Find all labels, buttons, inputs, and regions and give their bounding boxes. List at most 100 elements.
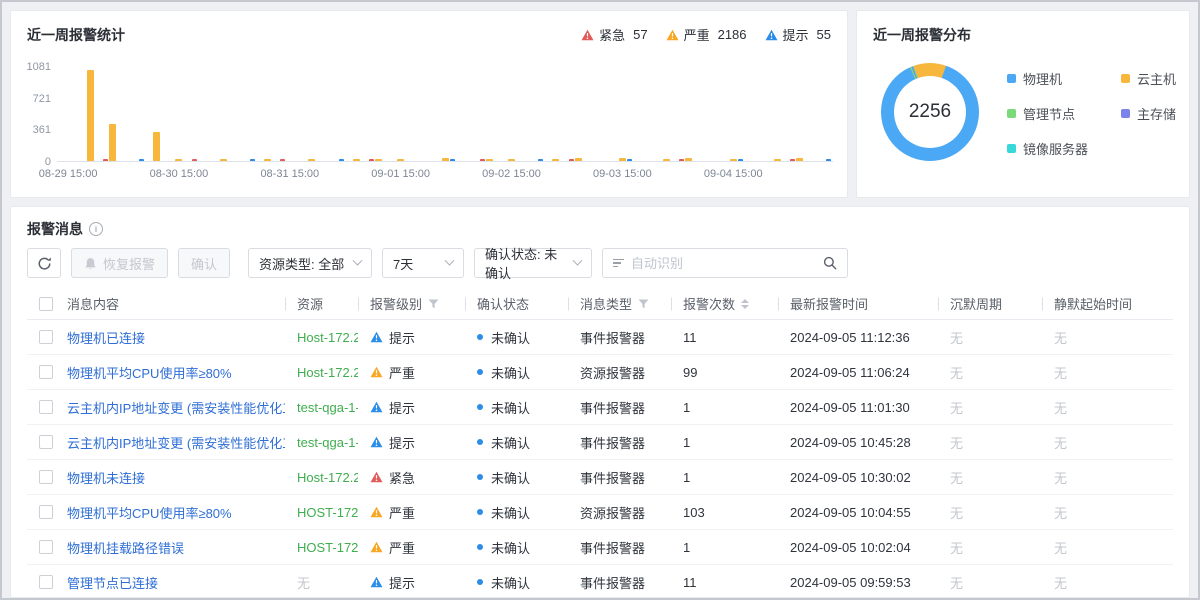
severity-triangle-icon	[370, 576, 383, 588]
message-link[interactable]: 物理机未连接	[67, 468, 145, 487]
message-link[interactable]: 物理机挂载路径错误	[67, 538, 184, 557]
cell-content: 物理机平均CPU使用率≥80%	[65, 503, 285, 522]
row-checkbox[interactable]	[39, 540, 53, 554]
message-link[interactable]: 物理机平均CPU使用率≥80%	[67, 503, 232, 522]
cell-checkbox	[27, 505, 65, 519]
table-header: 消息内容资源报警级别 确认状态消息类型 报警次数 最新报警时间 沉默周期静默起始时间	[27, 288, 1173, 320]
filter-icon[interactable]	[638, 299, 649, 309]
row-checkbox[interactable]	[39, 365, 53, 379]
bar-group	[279, 67, 301, 161]
column-header-count[interactable]: 报警次数	[671, 294, 778, 313]
bar-提示	[339, 159, 344, 161]
row-checkbox[interactable]	[39, 470, 53, 484]
resource-link[interactable]: HOST-172....	[297, 540, 358, 555]
column-label: 报警次数	[683, 294, 735, 313]
bar-group	[101, 67, 123, 161]
sort-icon[interactable]	[741, 299, 749, 309]
status-label: 未确认	[491, 503, 530, 522]
message-link[interactable]: 云主机内IP地址变更 (需安装性能优化工具)	[67, 398, 285, 417]
status-label: 未确认	[491, 538, 530, 557]
row-checkbox[interactable]	[39, 400, 53, 414]
column-header-silence[interactable]: 沉默周期	[938, 294, 1042, 313]
cell-checkbox	[27, 435, 65, 449]
bar-group	[79, 67, 101, 161]
cell-silence_start: 无	[1042, 398, 1173, 417]
weekly-alarm-stats-panel: 近一周报警统计 紧急57严重2186提示55 03617211081 08-29…	[10, 10, 848, 198]
legend-label: 镜像服务器	[1023, 139, 1088, 158]
column-header-status[interactable]: 确认状态	[465, 294, 568, 313]
bar-group	[567, 67, 589, 161]
message-link[interactable]: 管理节点已连接	[67, 573, 158, 592]
bar-group	[811, 67, 833, 161]
cell-count: 1	[671, 470, 778, 485]
search-input[interactable]	[631, 256, 816, 271]
cell-count: 1	[671, 540, 778, 555]
legend-label: 主存储	[1137, 104, 1176, 123]
resource-link[interactable]: test-qga-1-...	[297, 435, 358, 450]
silence-value: 无	[950, 433, 963, 452]
status-dot-icon	[477, 579, 483, 585]
cell-content: 物理机挂载路径错误	[65, 538, 285, 557]
resource-link[interactable]: HOST-172....	[297, 505, 358, 520]
row-checkbox[interactable]	[39, 575, 53, 589]
row-checkbox[interactable]	[39, 330, 53, 344]
search-icon[interactable]	[823, 256, 837, 270]
bar-group	[456, 67, 478, 161]
bar-group	[545, 67, 567, 161]
column-header-type[interactable]: 消息类型	[568, 294, 671, 313]
bar-严重	[397, 159, 404, 161]
info-icon[interactable]: i	[89, 222, 103, 236]
message-link[interactable]: 物理机平均CPU使用率≥80%	[67, 363, 232, 382]
filter-icon[interactable]	[428, 299, 439, 309]
cell-resource: Host-172.2...	[285, 330, 358, 345]
resource-link[interactable]: test-qga-1-...	[297, 400, 358, 415]
bar-严重	[87, 70, 94, 161]
bar-group	[367, 67, 389, 161]
resource-link[interactable]: Host-172.2...	[297, 330, 358, 345]
cell-count: 11	[671, 575, 778, 590]
cell-type: 事件报警器	[568, 573, 671, 592]
cell-silence: 无	[938, 433, 1042, 452]
legend-count: 2186	[718, 27, 747, 42]
column-label: 报警级别	[370, 294, 422, 313]
cell-level: 提示	[358, 573, 465, 592]
cell-content: 云主机内IP地址变更 (需安装性能优化工具)	[65, 398, 285, 417]
cell-resource: test-qga-1-...	[285, 400, 358, 415]
message-link[interactable]: 物理机已连接	[67, 328, 145, 347]
resource-link[interactable]: Host-172.2...	[297, 470, 358, 485]
ack-status-value: 确认状态: 未确认	[485, 244, 566, 282]
bar-提示	[627, 159, 632, 161]
restore-alarm-button[interactable]: 恢复报警	[71, 248, 168, 278]
column-header-content[interactable]: 消息内容	[65, 294, 285, 313]
cell-time: 2024-09-05 10:45:28	[778, 435, 938, 450]
resource-link[interactable]: Host-172.2...	[297, 365, 358, 380]
cell-content: 管理节点已连接	[65, 573, 285, 592]
bar-严重	[685, 158, 692, 161]
resource-type-select[interactable]: 资源类型: 全部	[248, 248, 372, 278]
confirm-button[interactable]: 确认	[178, 248, 230, 278]
bar-提示	[826, 159, 831, 161]
legend-color-swatch	[1121, 109, 1130, 118]
column-header-time[interactable]: 最新报警时间	[778, 294, 938, 313]
silence-value: 无	[950, 468, 963, 487]
row-checkbox[interactable]	[39, 505, 53, 519]
column-header-level[interactable]: 报警级别	[358, 294, 465, 313]
cell-silence_start: 无	[1042, 503, 1173, 522]
row-checkbox[interactable]	[39, 435, 53, 449]
bar-提示	[738, 159, 743, 161]
message-link[interactable]: 云主机内IP地址变更 (需安装性能优化工具)	[67, 433, 285, 452]
cell-time: 2024-09-05 10:04:55	[778, 505, 938, 520]
period-select[interactable]: 7天	[382, 248, 464, 278]
cell-content: 物理机未连接	[65, 468, 285, 487]
column-header-checkbox[interactable]	[27, 297, 65, 311]
column-label: 消息类型	[580, 294, 632, 313]
refresh-button[interactable]	[27, 248, 61, 278]
select-all-checkbox[interactable]	[39, 297, 53, 311]
column-header-resource[interactable]: 资源	[285, 294, 358, 313]
bar-group	[124, 67, 146, 161]
cell-time: 2024-09-05 09:59:53	[778, 575, 938, 590]
column-label: 最新报警时间	[790, 294, 868, 313]
bar-group	[168, 67, 190, 161]
column-header-silence_start[interactable]: 静默起始时间	[1042, 294, 1173, 313]
ack-status-select[interactable]: 确认状态: 未确认	[474, 248, 592, 278]
